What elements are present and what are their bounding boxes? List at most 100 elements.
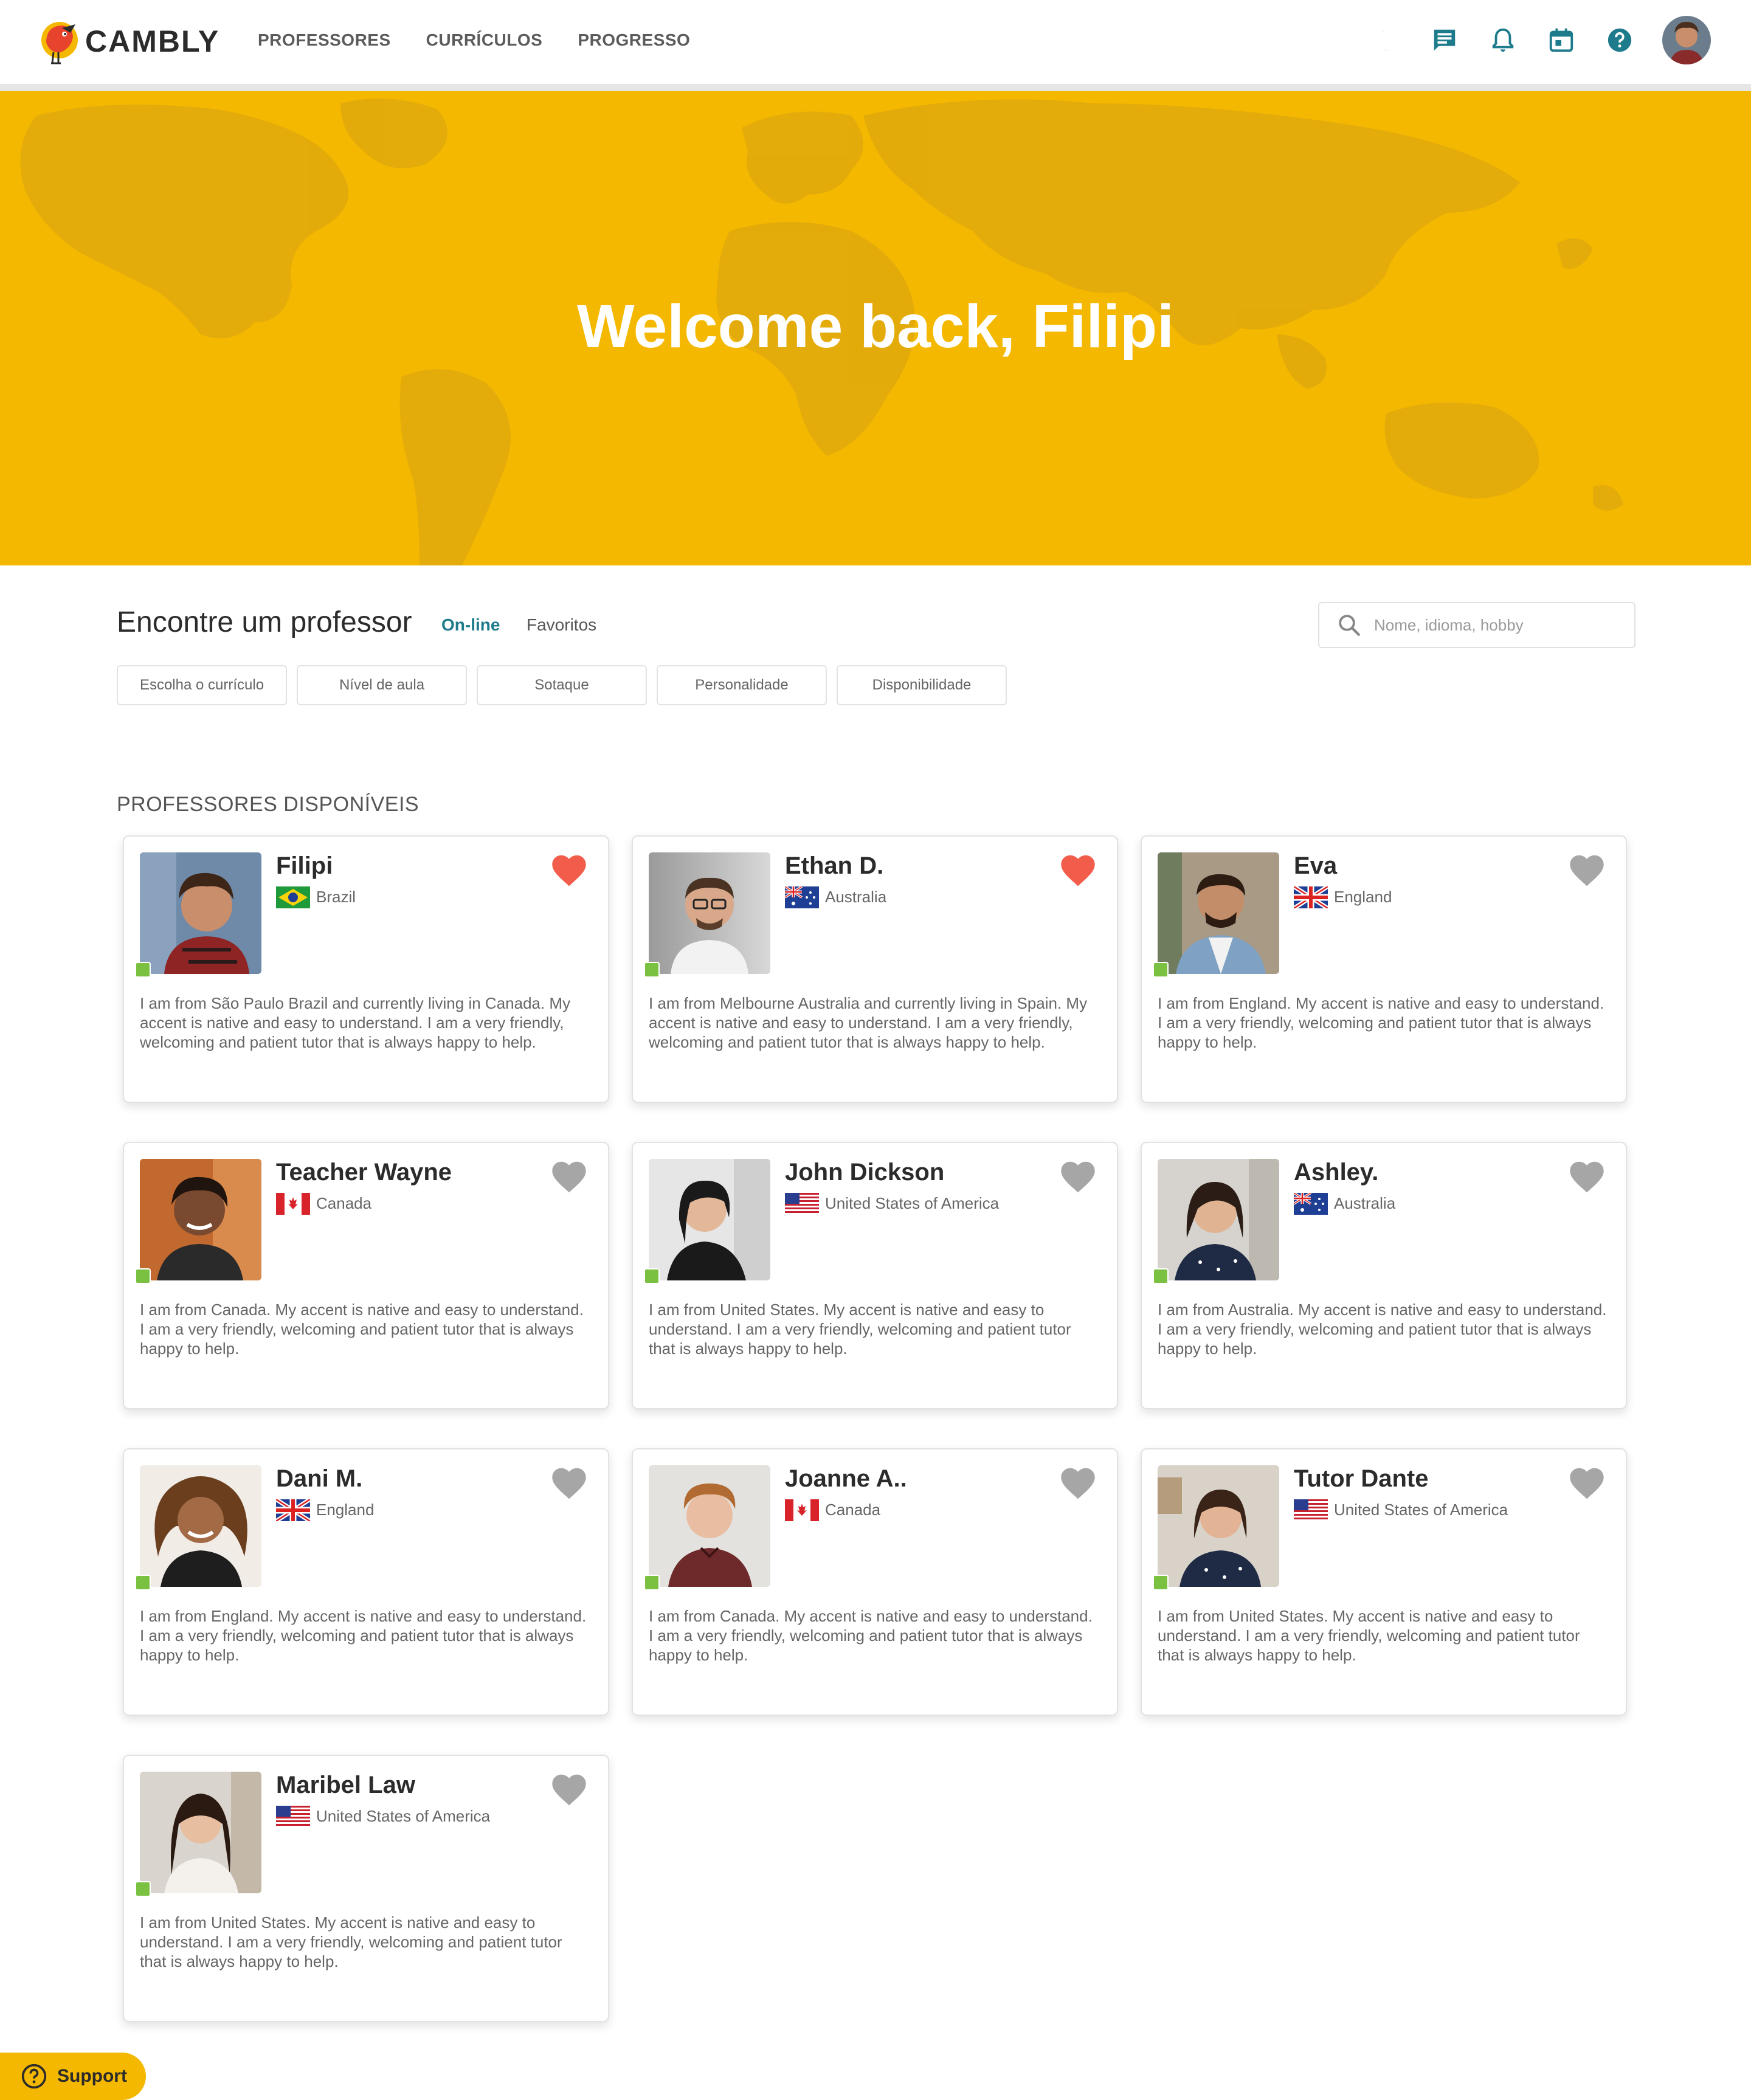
help-icon: [21, 2064, 47, 2089]
welcome-banner: Welcome back, Filipi: [0, 91, 1751, 565]
navbar-divider: [0, 84, 1751, 91]
teacher-country: Canada: [825, 1501, 881, 1519]
teacher-bio: I am from São Paulo Brazil and currently…: [140, 994, 571, 1051]
teacher-bio: I am from England. My accent is native a…: [140, 1607, 587, 1664]
teacher-country: Australia: [825, 888, 887, 906]
teacher-bio: I am from Canada. My accent is native an…: [140, 1300, 584, 1358]
header-actions: [1345, 16, 1711, 64]
top-navbar: CAMBLY PROFESSORES CURRÍCULOS PROGRESSO: [0, 0, 1751, 84]
favorite-heart-icon[interactable]: [1059, 1465, 1097, 1501]
teacher-country: Brazil: [316, 888, 356, 906]
teacher-photo: [649, 1159, 770, 1280]
nav-curriculos[interactable]: CURRÍCULOS: [426, 30, 543, 50]
teacher-photo: [140, 1159, 261, 1280]
welcome-title: Welcome back, Filipi: [577, 292, 1174, 361]
teacher-name: Eva: [1294, 852, 1338, 879]
teacher-card[interactable]: Dani M. England I am from England. My ac…: [123, 1448, 609, 1716]
canada-flag-icon: [785, 1499, 819, 1521]
usa-flag-icon: [276, 1806, 310, 1828]
teacher-bio: I am from United States. My accent is na…: [1158, 1607, 1580, 1664]
favorite-heart-icon[interactable]: [1059, 852, 1097, 888]
teacher-name: Maribel Law: [276, 1772, 415, 1798]
favorite-heart-icon[interactable]: [550, 852, 589, 888]
teacher-photo: [1158, 1159, 1279, 1280]
teacher-photo: [1158, 852, 1279, 974]
teacher-name: Filipi: [276, 852, 333, 879]
help-icon[interactable]: [1603, 23, 1637, 57]
teacher-name: Ethan D.: [785, 852, 884, 879]
online-indicator: [1153, 962, 1169, 978]
teacher-country: England: [1334, 888, 1392, 906]
teacher-country: England: [316, 1501, 375, 1519]
search-icon: [1339, 615, 1360, 636]
cambly-logo[interactable]: CAMBLY: [38, 16, 219, 67]
uk-flag-icon: [1294, 886, 1328, 908]
filter-accent[interactable]: Sotaque: [477, 665, 647, 705]
search-input[interactable]: [1374, 615, 1617, 635]
support-button[interactable]: Support: [0, 2053, 146, 2100]
teacher-name: Ashley.: [1294, 1159, 1379, 1186]
online-indicator: [1153, 1575, 1169, 1591]
usa-flag-icon: [785, 1193, 819, 1215]
teacher-bio: I am from England. My accent is native a…: [1158, 994, 1604, 1051]
teacher-name: John Dickson: [785, 1159, 945, 1186]
uk-flag-icon: [276, 1499, 310, 1521]
teacher-bio: I am from Australia. My accent is native…: [1158, 1300, 1607, 1358]
teacher-photo: [140, 1465, 261, 1587]
online-indicator: [1153, 1268, 1169, 1284]
main-nav: PROFESSORES CURRÍCULOS PROGRESSO: [258, 30, 690, 50]
teacher-photo: [649, 1465, 770, 1587]
teacher-card[interactable]: John Dickson United States of America I …: [632, 1142, 1118, 1409]
support-label: Support: [57, 2066, 127, 2086]
favorite-heart-icon[interactable]: [550, 1159, 589, 1194]
nav-professores[interactable]: PROFESSORES: [258, 30, 391, 50]
usa-flag-icon: [1294, 1499, 1328, 1521]
online-indicator: [644, 1268, 660, 1284]
teacher-card[interactable]: Teacher Wayne Canada I am from Canada. M…: [123, 1142, 609, 1409]
teacher-bio: I am from Melbourne Australia and curren…: [649, 994, 1088, 1051]
favorite-heart-icon[interactable]: [1567, 1465, 1606, 1501]
favorite-heart-icon[interactable]: [550, 1465, 589, 1501]
favorite-heart-icon[interactable]: [1567, 1159, 1606, 1194]
teacher-card[interactable]: Ashley. Australia I am from Australia. M…: [1141, 1142, 1627, 1409]
teacher-grid: Filipi Brazil I am from São Paulo Brazil…: [123, 835, 1631, 2022]
australia-flag-icon: [785, 886, 819, 908]
canada-flag-icon: [276, 1193, 310, 1215]
search-box[interactable]: [1318, 602, 1635, 648]
teacher-name: Teacher Wayne: [276, 1159, 452, 1186]
favorite-heart-icon[interactable]: [1059, 1159, 1097, 1194]
user-avatar[interactable]: [1662, 16, 1711, 64]
calendar-icon[interactable]: [1544, 23, 1578, 57]
filter-curriculum[interactable]: Escolha o currículo: [117, 665, 287, 705]
online-indicator: [135, 1268, 151, 1284]
filter-availability[interactable]: Disponibilidade: [837, 665, 1007, 705]
favorite-heart-icon[interactable]: [550, 1772, 589, 1807]
teacher-country: United States of America: [1334, 1501, 1508, 1519]
tab-favorites[interactable]: Favoritos: [527, 615, 596, 635]
filter-level[interactable]: Nível de aula: [297, 665, 467, 705]
section-title: PROFESSORES DISPONÍVEIS: [117, 793, 420, 816]
teacher-photo: [140, 1772, 261, 1893]
teacher-card[interactable]: Maribel Law United States of America I a…: [123, 1755, 609, 2022]
teacher-card[interactable]: Joanne A.. Canada I am from Canada. My a…: [632, 1448, 1118, 1716]
brazil-flag-icon: [276, 886, 310, 908]
tab-online[interactable]: On-line: [441, 615, 500, 635]
teacher-card[interactable]: Tutor Dante United States of America I a…: [1141, 1448, 1627, 1716]
filter-personality[interactable]: Personalidade: [657, 665, 827, 705]
moon-icon[interactable]: [1369, 23, 1403, 57]
teacher-bio: I am from Canada. My accent is native an…: [649, 1607, 1093, 1664]
favorite-heart-icon[interactable]: [1567, 852, 1606, 888]
teacher-card[interactable]: Filipi Brazil I am from São Paulo Brazil…: [123, 835, 609, 1103]
teacher-photo: [140, 852, 261, 974]
teacher-country: United States of America: [316, 1807, 491, 1825]
teacher-photo: [1158, 1465, 1279, 1587]
teacher-card[interactable]: Ethan D. Australia I am from Melbourne A…: [632, 835, 1118, 1103]
bell-icon[interactable]: [1486, 23, 1520, 57]
nav-progresso[interactable]: PROGRESSO: [578, 30, 690, 50]
finder-title: Encontre um professor: [117, 606, 412, 638]
teacher-country: Canada: [316, 1194, 372, 1212]
teacher-card[interactable]: Eva England I am from England. My accent…: [1141, 835, 1627, 1103]
online-indicator: [644, 1575, 660, 1591]
chat-icon[interactable]: [1428, 23, 1462, 57]
online-indicator: [135, 1881, 151, 1897]
